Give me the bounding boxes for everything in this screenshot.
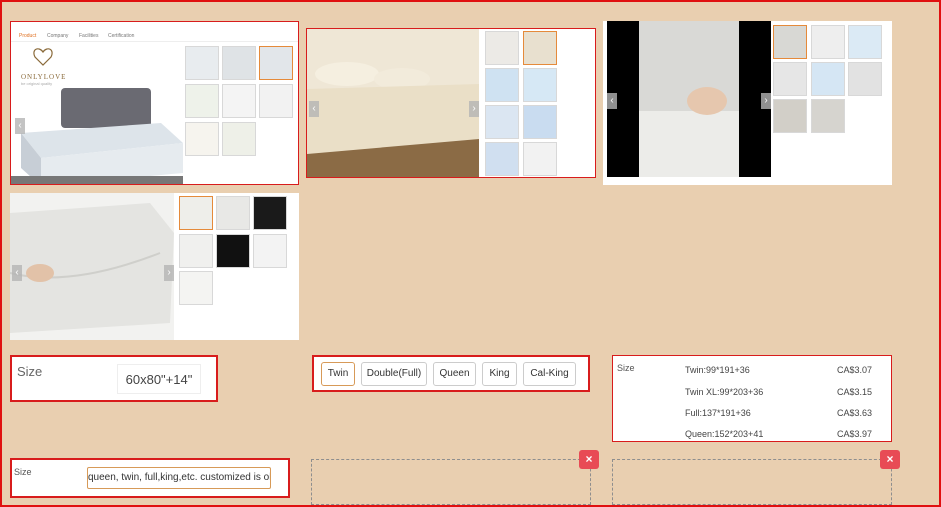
row-size: Full:137*191+36 [685, 408, 751, 418]
option-twin[interactable]: Twin [321, 362, 355, 386]
thumbnail-1[interactable] [773, 25, 807, 59]
thumbnail-5[interactable] [811, 62, 845, 96]
size-value-chip[interactable]: 60x80"+14" [117, 364, 201, 394]
thumbnail-6[interactable] [848, 62, 882, 96]
thumbnail-1[interactable] [179, 196, 213, 230]
thumbnail-5[interactable] [485, 105, 519, 139]
option-queen[interactable]: Queen [433, 362, 476, 386]
tab-company[interactable]: Company [47, 33, 68, 39]
thumbnail-2[interactable] [222, 46, 256, 80]
thumbnail-3[interactable] [253, 196, 287, 230]
thumbnail-8[interactable] [523, 142, 557, 176]
thumbnail-5[interactable] [216, 234, 250, 268]
brand-tagline: be original quality [21, 81, 53, 86]
empty-slot-2[interactable] [612, 459, 892, 505]
thumbnail-4[interactable] [773, 62, 807, 96]
thumbnail-2[interactable] [811, 25, 845, 59]
prev-arrow[interactable]: ‹ [15, 118, 25, 134]
close-icon[interactable]: × [579, 450, 599, 469]
row-size: Twin XL:99*203+36 [685, 387, 764, 397]
thumbnail-4[interactable] [185, 84, 219, 118]
thumbnail-4[interactable] [523, 68, 557, 102]
row-price: CA$3.63 [837, 408, 873, 418]
product-gallery-1: Product Company Facilities Certification… [10, 21, 299, 185]
thumbnail-2[interactable] [216, 196, 250, 230]
size-price-table: Size Twin:99*191+36 CA$3.07 Twin XL:99*2… [612, 355, 892, 442]
table-row[interactable]: Full:137*191+36 CA$3.63 [685, 408, 885, 420]
prev-arrow[interactable]: ‹ [12, 265, 22, 281]
brand-logo: ONLYLOVE be original quality [21, 46, 81, 86]
product-gallery-4: ‹ › [10, 193, 299, 340]
next-arrow[interactable]: › [469, 101, 479, 117]
product-gallery-2: ‹ › [306, 28, 596, 178]
size-custom-value[interactable]: queen, twin, full,king,etc. customized i… [87, 467, 271, 489]
thumbnail-7[interactable] [179, 271, 213, 305]
thumbnail-2[interactable] [523, 31, 557, 65]
size-custom-box: Size queen, twin, full,king,etc. customi… [10, 458, 290, 498]
table-row[interactable]: Queen:152*203+41 CA$3.97 [685, 429, 885, 441]
thumbnail-7[interactable] [485, 142, 519, 176]
size-options-box: Twin Double(Full) Queen King Cal-King [312, 355, 590, 392]
mattress-illustration [307, 62, 479, 177]
main-product-image [607, 21, 771, 177]
thumbnail-3[interactable] [485, 68, 519, 102]
prev-arrow[interactable]: ‹ [607, 93, 617, 109]
thumbnail-1[interactable] [185, 46, 219, 80]
size-custom-label: Size [14, 467, 32, 477]
tab-product[interactable]: Product [19, 33, 36, 39]
empty-slot-1[interactable] [311, 459, 591, 505]
main-product-image [307, 29, 479, 177]
main-product-image [11, 88, 183, 184]
close-icon[interactable]: × [880, 450, 900, 469]
size-single-box: Size 60x80"+14" [10, 355, 218, 402]
row-size: Queen:152*203+41 [685, 429, 764, 439]
tab-divider [11, 41, 298, 42]
row-price: CA$3.97 [837, 429, 873, 439]
zipper-cover-illustration [10, 203, 174, 333]
bed-illustration [11, 88, 183, 184]
thumbnail-7[interactable] [185, 122, 219, 156]
option-double-full[interactable]: Double(Full) [361, 362, 427, 386]
product-gallery-3: ‹ › [603, 21, 892, 185]
brand-name: ONLYLOVE [21, 73, 67, 81]
protector-illustration [639, 21, 739, 177]
row-price: CA$3.07 [837, 365, 873, 375]
size-label: Size [17, 364, 43, 379]
thumbnail-8[interactable] [222, 122, 256, 156]
table-row[interactable]: Twin:99*191+36 CA$3.07 [685, 365, 885, 377]
tab-facilities[interactable]: Facilities [79, 33, 98, 39]
table-row[interactable]: Twin XL:99*203+36 CA$3.15 [685, 387, 885, 399]
row-price: CA$3.15 [837, 387, 873, 397]
option-cal-king[interactable]: Cal-King [523, 362, 576, 386]
tab-certification[interactable]: Certification [108, 33, 134, 39]
thumbnail-6[interactable] [253, 234, 287, 268]
thumbnail-3[interactable] [259, 46, 293, 80]
thumbnail-4[interactable] [179, 234, 213, 268]
prev-arrow[interactable]: ‹ [309, 101, 319, 117]
next-arrow[interactable]: › [164, 265, 174, 281]
thumbnail-3[interactable] [848, 25, 882, 59]
size-table-label: Size [617, 363, 635, 373]
thumbnail-6[interactable] [259, 84, 293, 118]
thumbnail-1[interactable] [485, 31, 519, 65]
option-king[interactable]: King [482, 362, 517, 386]
heart-logo-icon [33, 48, 53, 66]
thumbnail-8[interactable] [811, 99, 845, 133]
row-size: Twin:99*191+36 [685, 365, 750, 375]
thumbnail-5[interactable] [222, 84, 256, 118]
next-arrow[interactable]: › [761, 93, 771, 109]
thumbnail-6[interactable] [523, 105, 557, 139]
thumbnail-7[interactable] [773, 99, 807, 133]
main-product-image [10, 193, 174, 340]
